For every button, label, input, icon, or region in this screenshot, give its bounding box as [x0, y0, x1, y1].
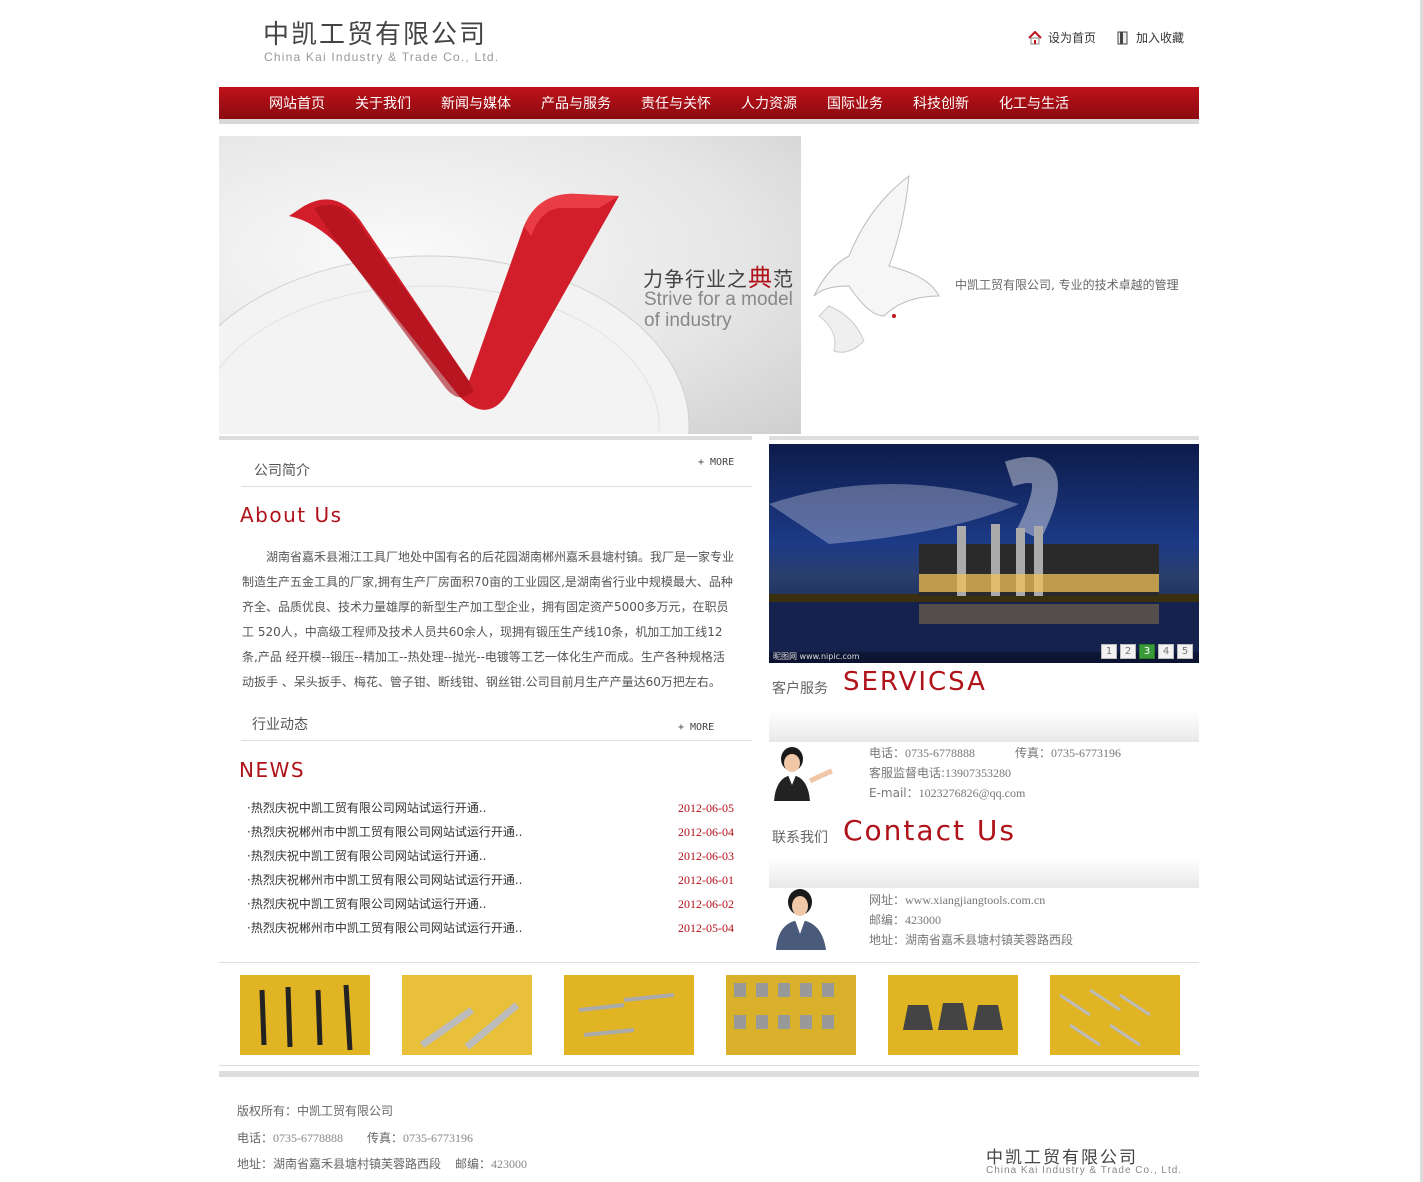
- service-email[interactable]: 1023276826@qq.com: [919, 786, 1026, 800]
- home-icon: [1028, 30, 1042, 45]
- news-divider: [241, 740, 752, 741]
- service-fax: 0735-6773196: [1051, 746, 1122, 760]
- nav-item-news[interactable]: 新闻与媒体: [441, 93, 511, 113]
- news-section-title: 行业动态: [252, 717, 308, 733]
- doves-illustration: [813, 174, 940, 353]
- slider-page-2[interactable]: 2: [1120, 644, 1136, 659]
- footer-bar: [219, 1071, 1199, 1077]
- nav-item-hr[interactable]: 人力资源: [741, 93, 797, 113]
- news-item: ·热烈庆祝郴州市中凯工贸有限公司网站试运行开通.. 2012-05-04: [247, 916, 734, 940]
- slogan-en: Strive for a model of industry: [644, 289, 793, 331]
- slogan-cn: 力争行业之典范: [643, 264, 794, 292]
- hero-banner: 力争行业之典范 Strive for a model of industry 中…: [219, 136, 1199, 434]
- nav-item-home[interactable]: 网站首页: [269, 93, 325, 113]
- product-thumb-wrenches[interactable]: [240, 975, 370, 1055]
- banner-caption: 中凯工贸有限公司, 专业的技术卓越的管理: [955, 278, 1179, 292]
- slider-page-4[interactable]: 4: [1158, 644, 1174, 659]
- service-info: 电话：0735-6778888 传真：0735-6773196 客服监督电话:13…: [869, 746, 1122, 800]
- service-supervise-phone: 13907353280: [945, 766, 1012, 780]
- service-label-cn: 客户服务: [772, 681, 828, 697]
- news-item-title[interactable]: ·热烈庆祝中凯工贸有限公司网站试运行开通..: [247, 796, 486, 820]
- contact-address: 湖南省嘉禾县塘村镇芙蓉路西段: [905, 933, 1074, 947]
- factory-slider[interactable]: 昵图网 www.nipic.com 1 2 3 4 5: [769, 444, 1199, 663]
- slider-watermark: 昵图网 www.nipic.com: [773, 652, 860, 661]
- product-thumb-tools-rack[interactable]: [1050, 975, 1180, 1055]
- nav-item-chemical[interactable]: 化工与生活: [999, 93, 1069, 113]
- news-item: ·热烈庆祝中凯工贸有限公司网站试运行开通.. 2012-06-03: [247, 844, 734, 868]
- product-thumb-hoes[interactable]: [888, 975, 1018, 1055]
- contact-agent-avatar: [776, 889, 826, 950]
- news-item-date: 2012-06-05: [678, 801, 734, 815]
- set-home-label: 设为首页: [1048, 31, 1097, 45]
- news-item: ·热烈庆祝郴州市中凯工贸有限公司网站试运行开通.. 2012-06-04: [247, 820, 734, 844]
- news-item-date: 2012-06-04: [678, 825, 734, 839]
- factory-night-image: [769, 457, 1199, 652]
- top-links: 设为首页 加入收藏: [1028, 29, 1184, 46]
- news-item-title[interactable]: ·热烈庆祝中凯工贸有限公司网站试运行开通..: [247, 844, 486, 868]
- footer-copyright: 版权所有：中凯工贸有限公司: [237, 1104, 394, 1118]
- about-top-bar: [219, 436, 752, 440]
- product-thumb-adjustable-wrenches[interactable]: [402, 975, 532, 1055]
- logo-subtitle: China Kai Industry & Trade Co., Ltd.: [264, 50, 500, 64]
- add-favorite-label: 加入收藏: [1136, 31, 1185, 45]
- slider-pager: 1 2 3 4 5: [1101, 644, 1193, 659]
- contact-label-cn: 联系我们: [772, 830, 828, 846]
- about-divider: [241, 486, 752, 487]
- news-item: ·热烈庆祝郴州市中凯工贸有限公司网站试运行开通.. 2012-06-01: [247, 868, 734, 892]
- service-divider: [769, 712, 1199, 742]
- news-item: ·热烈庆祝中凯工贸有限公司网站试运行开通.. 2012-06-02: [247, 892, 734, 916]
- logo-title: 中凯工贸有限公司: [263, 20, 488, 50]
- footer-logo-en: China Kai Industry & Trade Co., Ltd.: [986, 1165, 1183, 1176]
- news-item: ·热烈庆祝中凯工贸有限公司网站试运行开通.. 2012-06-05: [247, 796, 734, 820]
- about-more-link[interactable]: + MORE: [698, 457, 734, 468]
- contact-zip: 423000: [905, 913, 942, 927]
- contact-divider: [769, 858, 1199, 888]
- contact-label-en: Contact Us: [843, 814, 1016, 847]
- nav-item-international[interactable]: 国际业务: [827, 93, 883, 113]
- news-item-title[interactable]: ·热烈庆祝中凯工贸有限公司网站试运行开通..: [247, 892, 486, 916]
- news-more-link[interactable]: + MORE: [678, 722, 714, 733]
- product-thumbnails: [219, 962, 1199, 1066]
- about-text: 湖南省嘉禾县湘江工具厂地处中国有名的后花园湖南郴州嘉禾县塘村镇。我厂是一家专业 …: [242, 550, 735, 689]
- news-item-title[interactable]: ·热烈庆祝郴州市中凯工贸有限公司网站试运行开通..: [247, 868, 522, 892]
- bookmark-icon: [1116, 31, 1130, 45]
- news-item-title[interactable]: ·热烈庆祝郴州市中凯工贸有限公司网站试运行开通..: [247, 820, 522, 844]
- about-section-title: 公司简介: [254, 463, 310, 479]
- banner-image: 力争行业之典范 Strive for a model of industry: [219, 136, 801, 434]
- news-item-date: 2012-05-04: [678, 921, 734, 935]
- contact-website[interactable]: www.xiangjiangtools.com.cn: [905, 893, 1045, 907]
- nav-item-about[interactable]: 关于我们: [355, 93, 411, 113]
- nav-shadow: [219, 119, 1199, 124]
- news-item-date: 2012-06-02: [678, 897, 734, 911]
- slider-page-5[interactable]: 5: [1177, 644, 1193, 659]
- news-heading: NEWS: [239, 758, 306, 782]
- nav-item-products[interactable]: 产品与服务: [541, 93, 611, 113]
- footer-phone-fax: 电话：0735-6778888 传真：0735-6773196: [237, 1131, 474, 1145]
- nav-item-responsibility[interactable]: 责任与关怀: [641, 93, 711, 113]
- news-item-date: 2012-06-01: [678, 873, 734, 887]
- add-favorite-link[interactable]: 加入收藏: [1116, 29, 1184, 46]
- service-agent-avatar: [774, 747, 833, 801]
- news-item-title[interactable]: ·热烈庆祝郴州市中凯工贸有限公司网站试运行开通..: [247, 916, 522, 940]
- main-nav: 网站首页 关于我们 新闻与媒体 产品与服务 责任与关怀 人力资源 国际业务 科技…: [219, 87, 1199, 119]
- slider-page-3[interactable]: 3: [1139, 644, 1155, 659]
- product-thumb-clamps[interactable]: [726, 975, 856, 1055]
- footer-address: 地址：湖南省嘉禾县塘村镇芙蓉路西段 邮编：423000: [237, 1157, 528, 1171]
- product-thumb-spanners[interactable]: [564, 975, 694, 1055]
- slider-top-bar: [769, 436, 1199, 440]
- news-list: ·热烈庆祝中凯工贸有限公司网站试运行开通.. 2012-06-05 ·热烈庆祝郴州…: [247, 796, 734, 940]
- contact-info: 网址：www.xiangjiangtools.com.cn 邮编：423000 …: [869, 893, 1074, 947]
- set-home-link[interactable]: 设为首页: [1028, 29, 1096, 46]
- service-phone: 0735-6778888: [905, 746, 976, 760]
- news-item-date: 2012-06-03: [678, 849, 734, 863]
- slider-page-1[interactable]: 1: [1101, 644, 1117, 659]
- service-label-en: SERVICSA: [843, 667, 987, 697]
- nav-item-innovation[interactable]: 科技创新: [913, 93, 969, 113]
- about-heading: About Us: [240, 503, 343, 527]
